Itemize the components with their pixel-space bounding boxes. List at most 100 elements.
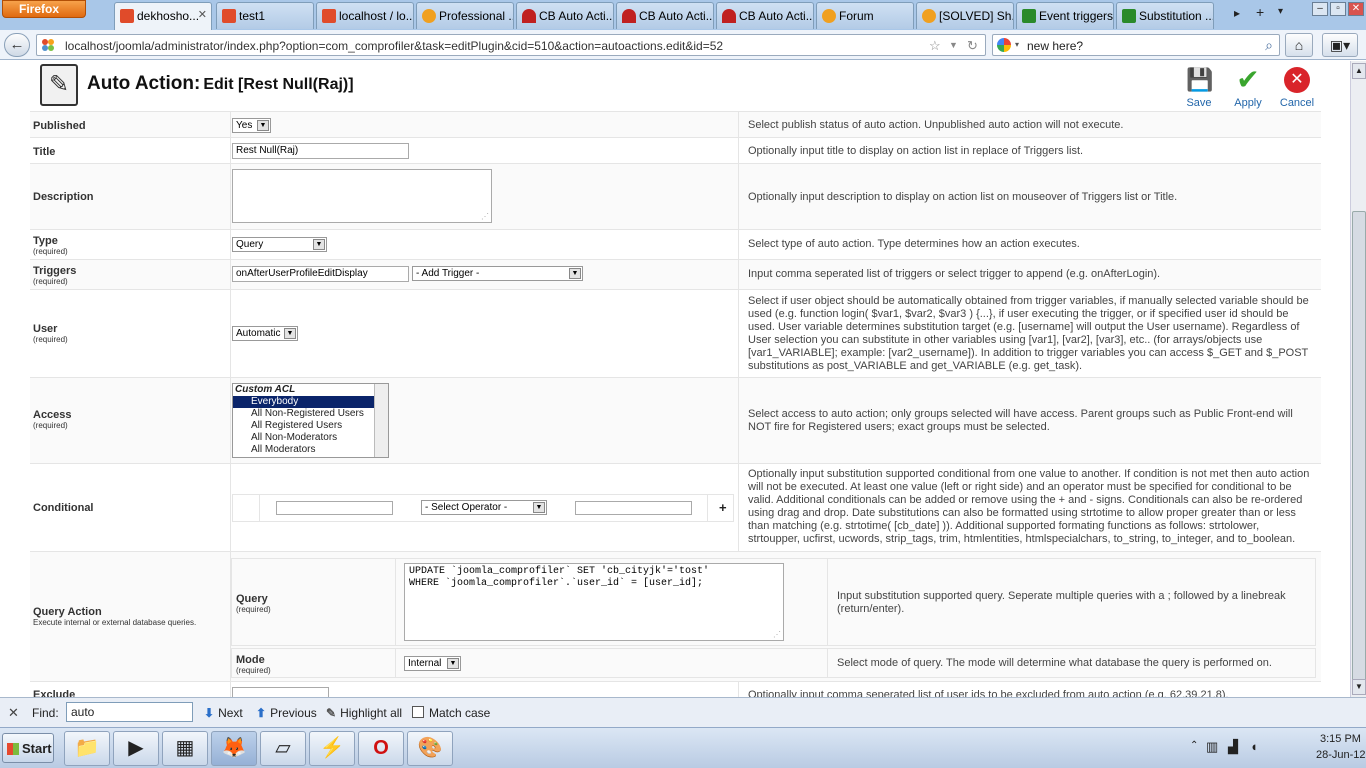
listbox-scrollbar[interactable] <box>374 384 388 457</box>
start-label: Start <box>22 741 52 756</box>
bookmarks-icon: ▣▾ <box>1329 37 1351 53</box>
user-select[interactable]: Automatic ▼ <box>232 326 298 341</box>
query-textarea[interactable]: UPDATE `joomla_comprofiler` SET 'cb_city… <box>404 563 784 641</box>
conditional-left-input[interactable] <box>276 501 393 515</box>
tab-event-triggers[interactable]: Event triggers <box>1016 2 1114 29</box>
google-icon[interactable] <box>997 38 1011 52</box>
maximize-icon[interactable]: ▫ <box>1330 2 1346 16</box>
tab-cb-auto-action-2[interactable]: CB Auto Acti... <box>616 2 714 29</box>
home-button[interactable]: ⌂ <box>1285 33 1313 57</box>
minimize-icon[interactable]: – <box>1312 2 1328 16</box>
close-window-icon[interactable]: ✕ <box>1348 2 1364 16</box>
find-previous-button[interactable]: ⬆ Previous <box>256 706 317 720</box>
type-select[interactable]: Query ▼ <box>232 237 327 252</box>
back-button[interactable]: ← <box>4 33 30 57</box>
search-engine-dropdown-icon[interactable]: ▾ <box>1015 40 1019 49</box>
drag-handle[interactable] <box>259 495 260 521</box>
tab-test1[interactable]: test1 <box>216 2 314 29</box>
bookmarks-button[interactable]: ▣▾ <box>1322 33 1358 57</box>
tab-solved[interactable]: [SOLVED] Sh... <box>916 2 1014 29</box>
scroll-up-icon[interactable]: ▲ <box>1352 63 1366 79</box>
tab-cb-auto-action-1[interactable]: CB Auto Acti... <box>516 2 614 29</box>
tab-professional[interactable]: Professional ... <box>416 2 514 29</box>
column-divider <box>395 559 396 645</box>
tab-scroll-right-icon[interactable]: ▸ <box>1234 6 1240 20</box>
signal-icon[interactable]: ▟ <box>1228 739 1238 755</box>
tab-dekhosho[interactable]: dekhosho... ✕ <box>114 2 212 31</box>
url-history-icon[interactable]: ▼ <box>949 40 958 50</box>
new-tab-icon[interactable]: + <box>1256 4 1264 20</box>
firefox-icon[interactable]: 🦊 <box>211 731 257 766</box>
volume-icon[interactable]: ◖ <box>1250 739 1258 754</box>
scroll-down-icon[interactable]: ▼ <box>1352 679 1366 695</box>
highlight-all-button[interactable]: ✎ Highlight all <box>326 706 402 720</box>
opera-icon[interactable]: O <box>358 731 404 766</box>
page-scrollbar[interactable]: ▲ ▼ <box>1350 61 1366 697</box>
forum-icon <box>922 9 936 23</box>
tab-label: CB Auto Acti... <box>539 9 614 23</box>
cancel-button[interactable]: ✕ Cancel <box>1273 65 1321 111</box>
conditional-right-input[interactable] <box>575 501 692 515</box>
triggers-input[interactable]: onAfterUserProfileEditDisplay <box>232 266 409 282</box>
highlight-all-label: Highlight all <box>340 706 403 720</box>
description-textarea[interactable]: ⋰ <box>232 169 492 223</box>
column-divider <box>230 378 231 463</box>
column-divider <box>230 290 231 377</box>
access-option[interactable]: All Non-Registered Users <box>233 408 388 420</box>
find-input[interactable]: auto <box>66 702 193 722</box>
match-case-checkbox[interactable] <box>412 706 424 718</box>
mode-select[interactable]: Internal ▼ <box>404 656 461 671</box>
access-option[interactable]: All Moderators <box>233 444 388 456</box>
resize-grip-icon[interactable]: ⋰ <box>773 630 781 639</box>
resize-grip-icon[interactable]: ⋰ <box>481 212 489 221</box>
url-text: localhost/joomla/administrator/index.php… <box>65 39 724 53</box>
published-select[interactable]: Yes ▼ <box>232 118 271 133</box>
tab-cb-auto-action-3[interactable]: CB Auto Acti... <box>716 2 814 29</box>
tab-localhost[interactable]: localhost / lo... <box>316 2 414 29</box>
column-divider <box>230 230 231 259</box>
column-divider <box>230 682 231 697</box>
save-button[interactable]: 💾 Save <box>1175 65 1223 111</box>
chevron-down-icon: ▼ <box>533 502 545 513</box>
triggers-row: Triggers (required) onAfterUserProfileEd… <box>30 259 1321 289</box>
access-option[interactable]: All Registered Users <box>233 420 388 432</box>
tab-forum[interactable]: Forum <box>816 2 914 29</box>
paint-icon[interactable]: 🎨 <box>407 731 453 766</box>
apply-button[interactable]: ✔ Apply <box>1224 65 1272 111</box>
title-input[interactable]: Rest Null(Raj) <box>232 143 409 159</box>
tab-substitution[interactable]: Substitution ... <box>1116 2 1214 29</box>
firefox-menu-button[interactable]: Firefox <box>2 0 86 18</box>
calculator-icon[interactable]: ▦ <box>162 731 208 766</box>
column-divider <box>738 682 739 697</box>
operator-select[interactable]: - Select Operator - ▼ <box>421 500 547 515</box>
filezilla-icon[interactable]: ⚡ <box>309 731 355 766</box>
cancel-label: Cancel <box>1279 97 1315 109</box>
scrollbar-thumb[interactable] <box>1352 211 1366 681</box>
access-option[interactable]: All Non-Moderators <box>233 432 388 444</box>
show-hidden-icons-icon[interactable]: ⌃ <box>1190 740 1198 751</box>
access-listbox[interactable]: Custom ACL Everybody All Non-Registered … <box>232 383 389 458</box>
find-next-button[interactable]: ⬇ Next <box>204 706 243 720</box>
search-bar[interactable]: ▾ new here? ⌕ <box>992 34 1280 56</box>
add-trigger-select[interactable]: - Add Trigger - ▼ <box>412 266 583 281</box>
url-bar[interactable]: localhost/joomla/administrator/index.php… <box>36 34 986 56</box>
close-icon[interactable]: ✕ <box>8 705 19 721</box>
bookmark-star-icon[interactable]: ☆ <box>929 38 941 54</box>
notepad-icon[interactable]: ▱ <box>260 731 306 766</box>
add-conditional-button[interactable]: + <box>719 500 727 515</box>
query-label-text: Query <box>236 593 268 605</box>
clock-time[interactable]: 3:15 PM <box>1320 733 1361 745</box>
search-input[interactable]: new here? <box>1027 39 1083 53</box>
access-option[interactable]: Everybody <box>233 396 388 408</box>
start-button[interactable]: Start <box>2 733 54 763</box>
access-option-group: Custom ACL <box>235 384 296 395</box>
reload-icon[interactable]: ↻ <box>967 38 978 54</box>
search-icon[interactable]: ⌕ <box>1265 37 1273 54</box>
exclude-input[interactable] <box>232 687 329 697</box>
media-player-icon[interactable]: ▶ <box>113 731 159 766</box>
device-icon[interactable]: ▥ <box>1206 739 1218 755</box>
file-explorer-icon[interactable]: 📁 <box>64 731 110 766</box>
list-all-tabs-icon[interactable]: ▾ <box>1278 6 1283 17</box>
close-icon[interactable]: ✕ <box>198 8 207 21</box>
clock-date[interactable]: 28-Jun-12 <box>1316 749 1366 761</box>
